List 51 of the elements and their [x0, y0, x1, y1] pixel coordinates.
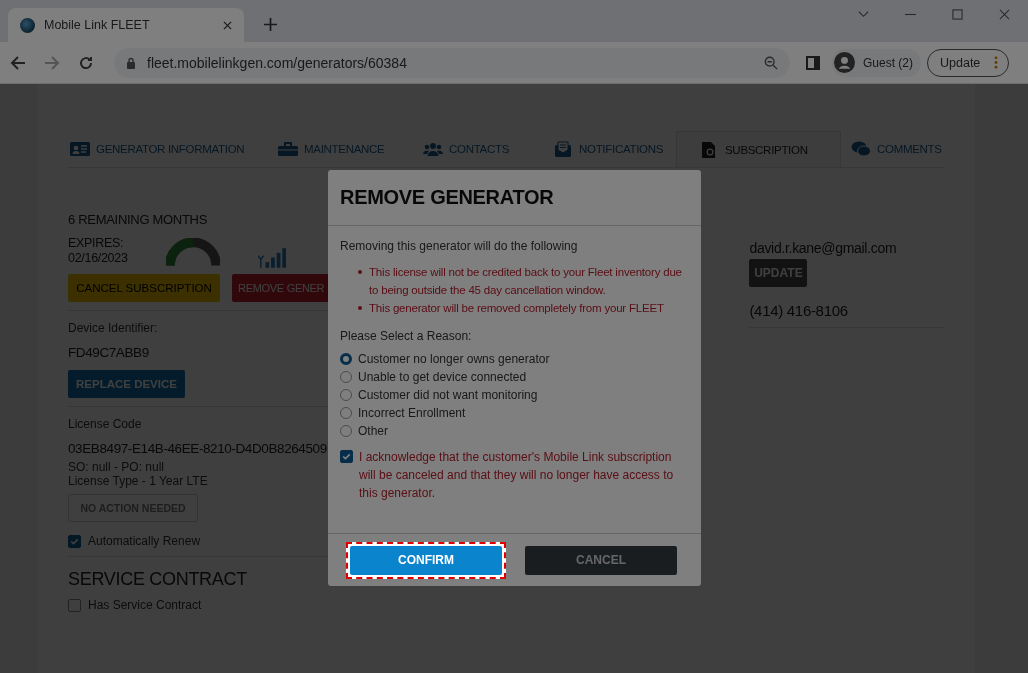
- zoom-icon[interactable]: [764, 55, 778, 70]
- check-icon: [341, 451, 352, 462]
- cancel-button[interactable]: CANCEL: [525, 545, 677, 575]
- bullet-icon: [358, 306, 362, 310]
- globe-icon: [20, 17, 35, 33]
- profile-button[interactable]: Guest (2): [832, 48, 921, 77]
- radio-label: Other: [358, 424, 388, 438]
- maximize-icon[interactable]: [952, 9, 963, 20]
- id-card-icon: [70, 141, 90, 157]
- radio-label: Customer did not want monitoring: [358, 388, 538, 402]
- users-icon: [423, 141, 443, 157]
- toolbox-icon: [278, 141, 298, 157]
- more-vertical-icon: [994, 56, 999, 69]
- acknowledge-text: I acknowledge that the customer's Mobile Link subscription will be canceled and that they will no longer have access to this generator.: [359, 449, 675, 502]
- warning-item: This generator will be removed completely from your FLEET: [369, 301, 664, 316]
- gauge-drawing: [166, 238, 220, 268]
- section-tab[interactable]: CONTACTS: [421, 131, 551, 167]
- browser-tab[interactable]: Mobile Link FLEET: [8, 8, 244, 42]
- bullet-icon: [358, 270, 362, 274]
- close-icon[interactable]: [223, 20, 232, 30]
- checkbox[interactable]: [68, 534, 81, 548]
- section-tab[interactable]: MAINTENANCE: [276, 131, 421, 167]
- envelope-icon: [553, 141, 573, 157]
- back-arrow-icon[interactable]: [10, 54, 26, 71]
- close-icon[interactable]: [999, 9, 1010, 20]
- cancel-subscription-button[interactable]: CANCEL SUBSCRIPTION: [68, 274, 220, 302]
- address-field[interactable]: fleet.mobilelinkgen.com/generators/60384: [114, 47, 790, 78]
- section-tab[interactable]: GENERATOR INFORMATION: [68, 131, 276, 167]
- radio-label: Incorrect Enrollment: [358, 406, 466, 420]
- plus-icon[interactable]: [264, 18, 277, 31]
- dialog-text: Removing this generator will do the following: [340, 239, 579, 253]
- forward-arrow-icon[interactable]: [44, 54, 60, 71]
- section-tab[interactable]: COMMENTS: [849, 131, 944, 167]
- reload-icon[interactable]: [78, 54, 94, 71]
- warning-item: This license will not be credited back to your Fleet inventory due to being outside the 45 day cancellation window.: [369, 265, 683, 298]
- section-tab[interactable]: NOTIFICATIONS: [551, 131, 676, 167]
- checkbox[interactable]: [68, 598, 81, 612]
- chevron-down-icon[interactable]: [858, 9, 869, 20]
- radio-label: Customer no longer owns generator: [358, 352, 550, 366]
- signal-icon: [258, 247, 286, 268]
- radio-button[interactable]: [340, 353, 352, 365]
- reason-label: Please Select a Reason:: [340, 329, 473, 343]
- tab-title: Mobile Link FLEET: [44, 18, 151, 32]
- person-icon: [834, 52, 855, 73]
- radio-label: Unable to get device connected: [358, 370, 527, 384]
- comments-icon: [851, 141, 871, 157]
- confirm-button[interactable]: CONFIRM: [350, 545, 502, 575]
- side-panel-icon[interactable]: [806, 55, 820, 70]
- checkbox[interactable]: [340, 450, 353, 463]
- dialog-title: REMOVE GENERATOR: [340, 186, 554, 209]
- lock-icon: [126, 56, 136, 69]
